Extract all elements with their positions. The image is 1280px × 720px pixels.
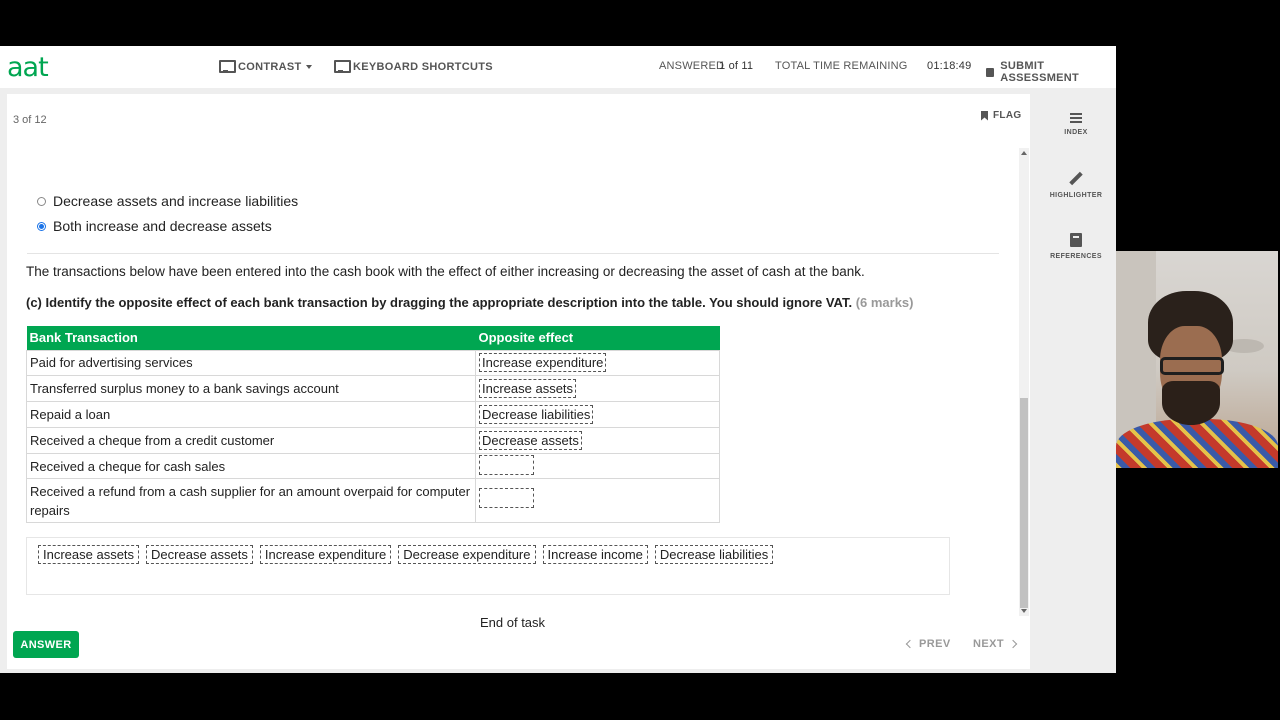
references-button[interactable]: REFERENCES: [1036, 233, 1116, 260]
question-panel: 3 of 12 FLAG Decrease assets and increas…: [7, 94, 1030, 669]
effect-cell: Increase expenditure: [475, 349, 720, 377]
scrollbar-thumb[interactable]: [1020, 398, 1028, 608]
option-both-increase-decrease-assets[interactable]: Both increase and decrease assets: [37, 218, 272, 234]
stop-icon: [986, 67, 995, 77]
divider: [27, 253, 999, 254]
time-remaining-label: TOTAL TIME REMAINING: [775, 60, 908, 72]
pencil-icon: [1069, 172, 1083, 186]
webcam-overlay: [1116, 251, 1278, 468]
assessment-app: aat CONTRAST KEYBOARD SHORTCUTS ANSWERED…: [0, 46, 1116, 673]
radio-button-selected[interactable]: [37, 221, 46, 231]
index-label: INDEX: [1064, 129, 1088, 136]
table-row: Paid for advertising services Increase e…: [26, 349, 720, 377]
next-button[interactable]: NEXT: [973, 638, 1018, 650]
submit-label: SUBMIT ASSESSMENT: [1000, 60, 1080, 84]
drop-zone-filled[interactable]: Increase expenditure: [479, 353, 607, 373]
drop-zone-filled[interactable]: Decrease liabilities: [479, 404, 594, 424]
question-intro: The transactions below have been entered…: [26, 264, 865, 279]
header-bank-transaction: Bank Transaction: [26, 326, 476, 350]
keyboard-shortcuts-button[interactable]: KEYBOARD SHORTCUTS: [334, 60, 493, 73]
effect-cell: Increase assets: [475, 375, 720, 403]
highlighter-button[interactable]: HIGHLIGHTER: [1036, 172, 1116, 199]
webcam-shirt: [1116, 419, 1278, 468]
effect-cell: [475, 478, 720, 524]
index-button[interactable]: INDEX: [1036, 113, 1116, 136]
choice-increase-expenditure[interactable]: Increase expenditure: [259, 545, 392, 564]
references-label: REFERENCES: [1050, 253, 1102, 260]
choice-increase-assets[interactable]: Increase assets: [38, 545, 140, 564]
option-label: Both increase and decrease assets: [53, 218, 272, 234]
drop-zone-filled[interactable]: Decrease assets: [479, 430, 582, 450]
table-row: Repaid a loan Decrease liabilities: [26, 401, 720, 428]
prev-button[interactable]: PREV: [905, 638, 951, 650]
transactions-table: Bank Transaction Opposite effect Paid fo…: [26, 326, 720, 524]
table-row: Received a cheque for cash sales: [26, 452, 720, 480]
option-label: Decrease assets and increase liabilities: [53, 193, 299, 209]
chevron-left-icon: [905, 639, 915, 649]
transaction-cell: Received a refund from a cash supplier f…: [26, 478, 476, 524]
table-row: Received a cheque from a credit customer…: [26, 426, 720, 454]
choices-list: Increase assets Decrease assets Increase…: [38, 545, 774, 564]
effect-cell: Decrease liabilities: [475, 401, 720, 428]
choice-decrease-liabilities[interactable]: Decrease liabilities: [654, 545, 774, 564]
drop-zone-empty[interactable]: [479, 454, 534, 475]
caret-down-icon: [305, 64, 312, 69]
monitor-icon: [334, 60, 351, 73]
transaction-cell: Received a cheque for cash sales: [26, 452, 476, 480]
answer-button[interactable]: ANSWER: [13, 631, 79, 658]
book-icon: [1070, 233, 1082, 247]
menu-icon: [1070, 113, 1082, 123]
prev-label: PREV: [919, 638, 951, 650]
shortcuts-label: KEYBOARD SHORTCUTS: [353, 60, 493, 73]
instruction-text: (c) Identify the opposite effect of each…: [26, 295, 853, 310]
bookmark-icon: [981, 110, 988, 121]
scrollbar[interactable]: [1019, 148, 1029, 616]
flag-label: FLAG: [993, 110, 1022, 121]
radio-button[interactable]: [37, 196, 46, 206]
answered-value: 1 of 11: [719, 60, 754, 72]
webcam-beard: [1162, 381, 1220, 425]
chevron-right-icon: [1008, 639, 1018, 649]
top-bar: aat CONTRAST KEYBOARD SHORTCUTS ANSWERED…: [0, 46, 1116, 88]
next-label: NEXT: [973, 638, 1004, 650]
choice-decrease-expenditure[interactable]: Decrease expenditure: [398, 545, 536, 564]
effect-cell: [475, 452, 720, 480]
transaction-cell: Transferred surplus money to a bank savi…: [26, 375, 476, 403]
drop-zone-filled[interactable]: Increase assets: [479, 379, 577, 399]
submit-assessment-button[interactable]: SUBMIT ASSESSMENT: [986, 60, 1116, 84]
contrast-menu[interactable]: CONTRAST: [219, 60, 312, 73]
table-row: Transferred surplus money to a bank savi…: [26, 375, 720, 403]
transaction-cell: Repaid a loan: [26, 401, 476, 428]
choice-increase-income[interactable]: Increase income: [542, 545, 648, 564]
header-opposite-effect: Opposite effect: [475, 326, 720, 350]
time-remaining-value: 01:18:49: [927, 60, 972, 72]
effect-cell: Decrease assets: [475, 426, 720, 454]
transaction-cell: Paid for advertising services: [26, 349, 476, 377]
option-decrease-assets-increase-liabilities[interactable]: Decrease assets and increase liabilities: [37, 193, 298, 209]
answered-label: ANSWERED: [659, 60, 725, 72]
table-row: Received a refund from a cash supplier f…: [26, 478, 720, 524]
aat-logo: aat: [7, 52, 49, 83]
scroll-up-icon[interactable]: [1021, 151, 1027, 155]
question-counter: 3 of 12: [13, 114, 47, 126]
marks-label: (6 marks): [855, 295, 914, 310]
question-instruction: (c) Identify the opposite effect of each…: [26, 295, 914, 310]
flag-button[interactable]: FLAG: [981, 110, 1021, 121]
scroll-down-icon[interactable]: [1021, 609, 1027, 613]
drop-zone-empty[interactable]: [479, 488, 534, 509]
choice-decrease-assets[interactable]: Decrease assets: [146, 545, 253, 564]
table-header-row: Bank Transaction Opposite effect: [26, 326, 720, 350]
monitor-icon: [219, 60, 236, 73]
contrast-label: CONTRAST: [238, 60, 302, 73]
choices-bank: Increase assets Decrease assets Increase…: [26, 537, 950, 595]
transaction-cell: Received a cheque from a credit customer: [26, 426, 476, 454]
highlighter-label: HIGHLIGHTER: [1049, 192, 1103, 199]
end-of-task: End of task: [480, 615, 546, 630]
webcam-glasses: [1160, 357, 1224, 375]
